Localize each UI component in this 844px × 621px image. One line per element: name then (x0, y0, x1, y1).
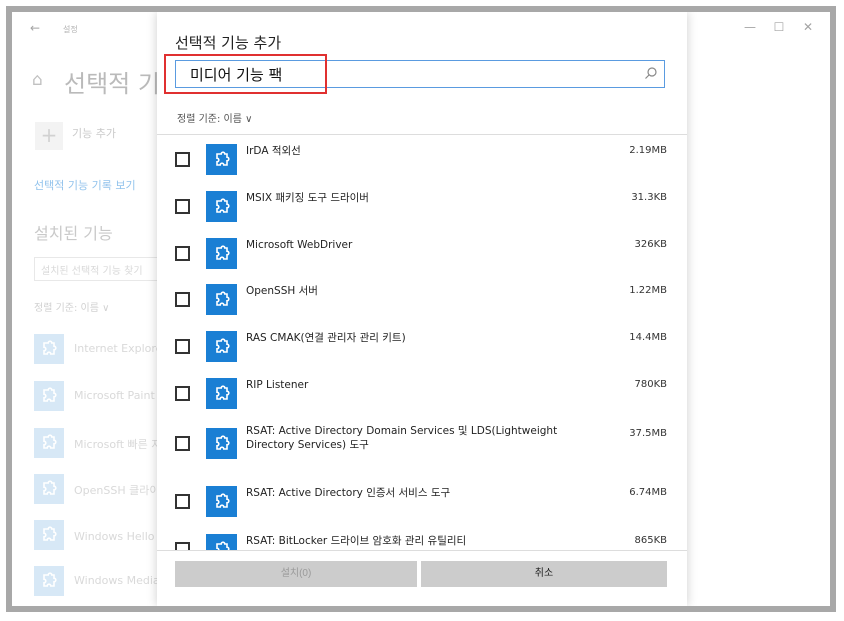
installed-feature-label: Windows Media (74, 574, 160, 587)
add-feature-label[interactable]: 기능 추가 (72, 125, 116, 141)
puzzle-icon (206, 284, 237, 315)
feature-checkbox[interactable] (175, 199, 190, 214)
feature-size: 6.74MB (629, 487, 667, 498)
feature-row[interactable]: RAS CMAK(연결 관리자 관리 키트) 14.4MB (157, 328, 687, 368)
feature-name: IrDA 적외선 (246, 145, 301, 157)
window-title: 설정 (63, 25, 78, 34)
dialog-title: 선택적 기능 추가 (175, 34, 282, 52)
installed-feature-item[interactable]: Internet Explorer (34, 334, 174, 364)
minimize-button[interactable]: — (740, 20, 760, 34)
puzzle-icon (206, 428, 237, 459)
feature-checkbox[interactable] (175, 494, 190, 509)
home-icon[interactable]: ⌂ (32, 70, 43, 90)
feature-row[interactable]: OpenSSH 서버 1.22MB (157, 281, 687, 321)
feature-name: Microsoft WebDriver (246, 239, 353, 251)
feature-name: RSAT: BitLocker 드라이브 암호화 관리 유틸리티 (246, 535, 467, 547)
feature-row[interactable]: RIP Listener 780KB (157, 375, 687, 415)
feature-size: 780KB (634, 379, 667, 390)
feature-row[interactable]: RSAT: BitLocker 드라이브 암호화 관리 유틸리티 865KB (157, 531, 687, 550)
installed-sort-dropdown[interactable]: 정렬 기준: 이름 ∨ (34, 299, 109, 314)
puzzle-icon (34, 566, 64, 596)
feature-checkbox[interactable] (175, 246, 190, 261)
sort-dropdown[interactable]: 정렬 기준: 이름 ∨ (177, 110, 252, 125)
feature-name: OpenSSH 서버 (246, 285, 318, 297)
feature-checkbox[interactable] (175, 386, 190, 401)
puzzle-icon (206, 534, 237, 550)
close-button[interactable]: ✕ (798, 20, 818, 34)
feature-row[interactable]: Microsoft WebDriver 326KB (157, 235, 687, 275)
installed-feature-item[interactable]: Windows Hello 얼 (34, 520, 174, 550)
cancel-button[interactable]: 취소 (421, 561, 667, 587)
feature-row[interactable]: RSAT: Active Directory Domain Services 및… (157, 424, 687, 464)
add-feature-button[interactable]: + (35, 122, 63, 150)
screenshot-frame: ← 설정 — ☐ ✕ ⌂ 선택적 기능 + 기능 추가 선택적 기능 기록 보기… (6, 6, 836, 612)
puzzle-icon (206, 144, 237, 175)
feature-name: RIP Listener (246, 379, 309, 391)
feature-size: 2.19MB (629, 145, 667, 156)
add-optional-feature-dialog: 선택적 기능 추가 정렬 기준: 이름 ∨ IrDA 적외선 2.19MB MSIX… (157, 12, 687, 606)
puzzle-icon (206, 378, 237, 409)
feature-row[interactable]: MSIX 패키징 도구 드라이버 31.3KB (157, 188, 687, 228)
feature-size: 865KB (634, 535, 667, 546)
feature-size: 1.22MB (629, 285, 667, 296)
search-icon[interactable] (644, 66, 658, 80)
puzzle-icon (34, 428, 64, 458)
feature-name: MSIX 패키징 도구 드라이버 (246, 192, 369, 204)
installed-feature-item[interactable]: Windows Media (34, 566, 174, 596)
puzzle-icon (206, 486, 237, 517)
installed-feature-label: Microsoft Paint (74, 389, 155, 402)
feature-name: RSAT: Active Directory 인증서 서비스 도구 (246, 487, 451, 499)
installed-feature-label: Windows Hello 얼 (74, 530, 169, 543)
puzzle-icon (34, 474, 64, 504)
feature-checkbox[interactable] (175, 542, 190, 550)
installed-feature-label: Internet Explorer (74, 342, 167, 355)
installed-feature-item[interactable]: Microsoft Paint (34, 381, 174, 411)
feature-size: 326KB (634, 239, 667, 250)
feature-checkbox[interactable] (175, 436, 190, 451)
feature-size: 37.5MB (629, 428, 667, 439)
feature-row[interactable]: RSAT: Active Directory 인증서 서비스 도구 6.74MB (157, 483, 687, 523)
feature-history-link[interactable]: 선택적 기능 기록 보기 (34, 177, 136, 193)
install-button[interactable]: 설치(0) (175, 561, 417, 587)
feature-row[interactable]: IrDA 적외선 2.19MB (157, 141, 687, 181)
puzzle-icon (34, 381, 64, 411)
feature-name: RSAT: Active Directory Domain Services 및… (246, 425, 558, 451)
feature-size: 31.3KB (631, 192, 667, 203)
installed-feature-item[interactable]: OpenSSH 클라이 (34, 474, 174, 504)
installed-feature-item[interactable]: Microsoft 빠른 지 (34, 428, 174, 458)
feature-checkbox[interactable] (175, 339, 190, 354)
puzzle-icon (206, 238, 237, 269)
installed-feature-label: OpenSSH 클라이 (74, 484, 160, 497)
plus-icon: + (40, 123, 58, 147)
back-icon[interactable]: ← (30, 21, 40, 35)
puzzle-icon (34, 334, 64, 364)
installed-feature-label: Microsoft 빠른 지 (74, 438, 162, 451)
puzzle-icon (34, 520, 64, 550)
feature-name: RAS CMAK(연결 관리자 관리 키트) (246, 332, 406, 344)
puzzle-icon (206, 331, 237, 362)
feature-size: 14.4MB (629, 332, 667, 343)
available-feature-list: IrDA 적외선 2.19MB MSIX 패키징 도구 드라이버 31.3KB Micr… (157, 135, 687, 550)
maximize-button[interactable]: ☐ (769, 20, 789, 34)
puzzle-icon (206, 191, 237, 222)
feature-checkbox[interactable] (175, 152, 190, 167)
button-divider (157, 550, 687, 551)
feature-checkbox[interactable] (175, 292, 190, 307)
search-highlight-box (164, 54, 327, 94)
installed-features-heading: 설치된 기능 (34, 224, 113, 243)
installed-search-input[interactable]: 설치된 선택적 기능 찾기 (34, 257, 174, 281)
